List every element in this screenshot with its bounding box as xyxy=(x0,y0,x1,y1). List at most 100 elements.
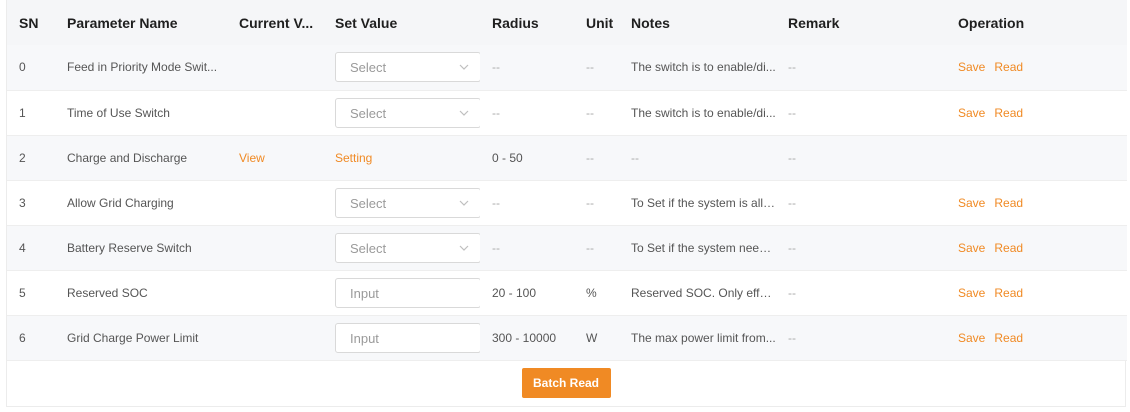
cell-notes: The switch is to enable/di... xyxy=(619,45,776,91)
save-link[interactable]: Save xyxy=(958,241,985,255)
column-header-unit[interactable]: Unit xyxy=(574,0,619,45)
save-link[interactable]: Save xyxy=(958,106,985,120)
cell-sn: 3 xyxy=(7,180,55,226)
cell-notes: The max power limit from... xyxy=(619,315,776,361)
read-link[interactable]: Read xyxy=(994,60,1023,74)
set-value-select[interactable]: Select xyxy=(335,97,480,128)
table-header: SN Parameter Name Current V... Set Value… xyxy=(7,0,1127,45)
cell-remark: -- xyxy=(776,270,946,316)
column-header-radius[interactable]: Radius xyxy=(480,0,574,45)
column-header-remark[interactable]: Remark xyxy=(776,0,946,45)
cell-current-value xyxy=(227,180,323,226)
table-footer: Batch Read xyxy=(7,360,1125,406)
save-link[interactable]: Save xyxy=(958,60,985,74)
cell-radius: 20 - 100 xyxy=(480,270,574,316)
chevron-down-icon xyxy=(459,110,469,116)
cell-operation: Save Read xyxy=(946,90,1127,136)
cell-set-value: Select xyxy=(323,180,480,226)
read-link[interactable]: Read xyxy=(994,106,1023,120)
cell-unit: W xyxy=(574,315,619,361)
set-value-select[interactable]: Select xyxy=(335,187,480,218)
cell-operation: Save Read xyxy=(946,225,1127,271)
cell-radius: 0 - 50 xyxy=(480,135,574,181)
read-link[interactable]: Read xyxy=(994,196,1023,210)
cell-remark: -- xyxy=(776,45,946,91)
read-link[interactable]: Read xyxy=(994,331,1023,345)
set-value-input[interactable]: Input xyxy=(335,322,480,353)
set-value-select[interactable]: Select xyxy=(335,232,480,263)
read-link[interactable]: Read xyxy=(994,286,1023,300)
cell-radius: -- xyxy=(480,180,574,226)
cell-notes: The switch is to enable/di... xyxy=(619,90,776,136)
cell-set-value: Input xyxy=(323,315,480,361)
cell-notes: -- xyxy=(619,135,776,181)
table-row: 5 Reserved SOC Input 20 - 100% Reserved SOC.… xyxy=(7,270,1127,316)
chevron-down-icon xyxy=(459,64,469,71)
cell-unit: -- xyxy=(574,180,619,226)
table-row: 4 Battery Reserve Switch Select -- -- To Set … xyxy=(7,225,1127,271)
parameter-table-panel: SN Parameter Name Current V... Set Value… xyxy=(6,0,1127,407)
cell-notes: To Set if the system needs... xyxy=(619,225,776,271)
set-value-select[interactable]: Select xyxy=(335,52,480,83)
table-row: 1 Time of Use Switch Select -- -- The switch … xyxy=(7,90,1127,136)
cell-remark: -- xyxy=(776,180,946,226)
input-placeholder: Input xyxy=(350,285,379,301)
save-link[interactable]: Save xyxy=(958,331,985,345)
save-link[interactable]: Save xyxy=(958,196,985,210)
cell-parameter-name: Time of Use Switch xyxy=(55,90,227,136)
select-placeholder: Select xyxy=(350,60,387,76)
select-placeholder: Select xyxy=(350,195,387,211)
cell-sn: 6 xyxy=(7,315,55,361)
cell-remark: -- xyxy=(776,135,946,181)
cell-operation: Save Read xyxy=(946,180,1127,226)
cell-radius: -- xyxy=(480,90,574,136)
cell-current-value: View xyxy=(227,135,323,181)
column-header-set-value[interactable]: Set Value xyxy=(323,0,480,45)
cell-operation: Save Read xyxy=(946,270,1127,316)
cell-sn: 4 xyxy=(7,225,55,271)
read-link[interactable]: Read xyxy=(994,241,1023,255)
table-row: 0 Feed in Priority Mode Swit... Select -- --… xyxy=(7,45,1127,91)
set-value-input[interactable]: Input xyxy=(335,277,480,308)
column-header-notes[interactable]: Notes xyxy=(619,0,776,45)
cell-set-value: Select xyxy=(323,45,480,91)
cell-radius: -- xyxy=(480,225,574,271)
cell-parameter-name: Charge and Discharge xyxy=(55,135,227,181)
cell-unit: -- xyxy=(574,45,619,91)
cell-unit: -- xyxy=(574,225,619,271)
cell-current-value xyxy=(227,270,323,316)
setting-link[interactable]: Setting xyxy=(335,151,372,165)
cell-parameter-name: Grid Charge Power Limit xyxy=(55,315,227,361)
cell-current-value xyxy=(227,45,323,91)
cell-parameter-name: Allow Grid Charging xyxy=(55,180,227,226)
view-link[interactable]: View xyxy=(239,151,265,165)
cell-sn: 2 xyxy=(7,135,55,181)
batch-read-button[interactable]: Batch Read xyxy=(521,368,611,398)
input-placeholder: Input xyxy=(350,330,379,346)
cell-unit: % xyxy=(574,270,619,316)
cell-unit: -- xyxy=(574,90,619,136)
cell-set-value: Input xyxy=(323,270,480,316)
cell-radius: -- xyxy=(480,45,574,91)
save-link[interactable]: Save xyxy=(958,286,985,300)
header-row: SN Parameter Name Current V... Set Value… xyxy=(7,0,1127,45)
cell-operation: Save Read xyxy=(946,45,1127,91)
cell-set-value: Select xyxy=(323,225,480,271)
cell-parameter-name: Battery Reserve Switch xyxy=(55,225,227,271)
column-header-sn[interactable]: SN xyxy=(7,0,55,45)
column-header-parameter-name[interactable]: Parameter Name xyxy=(55,0,227,45)
column-header-current-value[interactable]: Current V... xyxy=(227,0,323,45)
cell-sn: 5 xyxy=(7,270,55,316)
chevron-down-icon xyxy=(459,200,469,206)
cell-current-value xyxy=(227,225,323,271)
cell-sn: 1 xyxy=(7,90,55,136)
table-row: 2 Charge and Discharge View Setting 0 - 50 --… xyxy=(7,135,1127,181)
parameter-table: SN Parameter Name Current V... Set Value… xyxy=(7,0,1127,361)
cell-notes: Reserved SOC. Only effect... xyxy=(619,270,776,316)
cell-unit: -- xyxy=(574,135,619,181)
cell-current-value xyxy=(227,315,323,361)
cell-set-value: Select xyxy=(323,90,480,136)
cell-parameter-name: Reserved SOC xyxy=(55,270,227,316)
select-placeholder: Select xyxy=(350,240,387,256)
column-header-operation[interactable]: Operation xyxy=(946,0,1127,45)
